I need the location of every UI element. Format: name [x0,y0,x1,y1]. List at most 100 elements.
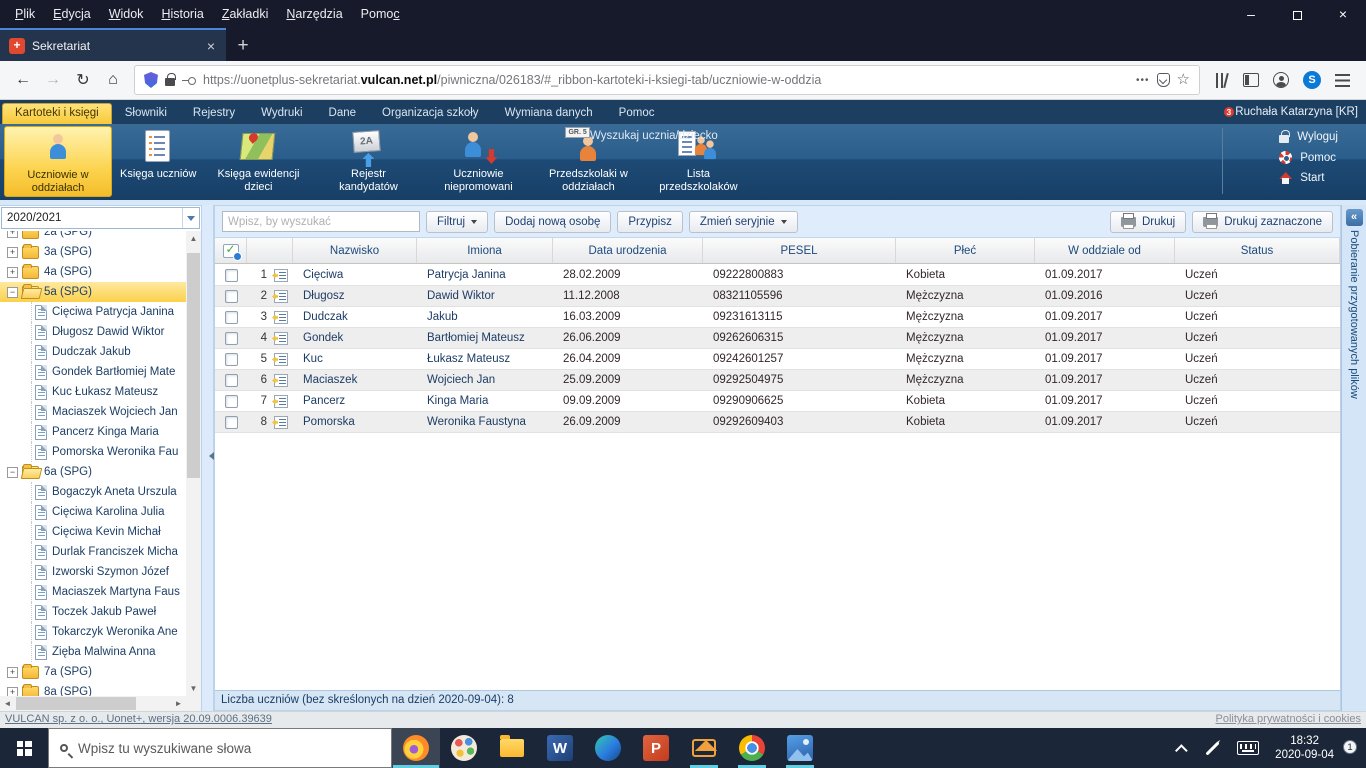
tree-student-tokarczyk-weronika-ane[interactable]: Tokarczyk Weronika Ane [0,622,186,642]
pocket-icon[interactable] [1157,73,1170,87]
toolbar-button-drukuj[interactable]: Drukuj [1110,211,1186,233]
bookmark-star-icon[interactable]: ☆ [1177,73,1190,87]
toolbar-button-przypisz[interactable]: Przypisz [617,211,682,233]
touch-keyboard-icon[interactable] [1237,741,1259,755]
tree-student-gondek-bartłomiej-mate[interactable]: Gondek Bartłomiej Mate [0,362,186,382]
expand-expander-icon[interactable]: + [7,231,18,238]
forward-icon[interactable]: → [38,65,68,95]
scroll-up-icon[interactable]: ▲ [186,231,201,246]
table-row[interactable]: 3DudczakJakub16.03.200909231613115Mężczy… [215,307,1340,328]
collapse-expander-icon[interactable]: − [7,467,18,478]
student-record-icon[interactable] [274,416,288,429]
back-icon[interactable]: ← [8,65,38,95]
action-wyloguj[interactable]: Wyloguj [1279,131,1338,143]
taskbar-app-paint[interactable] [440,728,488,768]
collapse-expander-icon[interactable]: − [7,287,18,298]
logged-user-name[interactable]: Ruchała Katarzyna [KR] [1235,106,1358,118]
student-search-field[interactable]: Wyszukaj ucznia/dziecko [590,130,718,142]
taskbar-app-powerpoint[interactable]: P [632,728,680,768]
student-record-icon[interactable] [274,290,288,303]
ribbon-tab-pomoc[interactable]: Pomoc [606,103,668,124]
tree-student-maciaszek-wojciech-jan[interactable]: Maciaszek Wojciech Jan [0,402,186,422]
start-button[interactable] [0,728,48,768]
table-row[interactable]: 8PomorskaWeronika Faustyna26.09.20090929… [215,412,1340,433]
toolbar-button-drukuj-zaznaczone[interactable]: Drukuj zaznaczone [1192,211,1333,233]
taskbar-search[interactable]: Wpisz tu wyszukiwane słowa [48,728,392,768]
ribbon-tab-organizacja-szkoły[interactable]: Organizacja szkoły [369,103,492,124]
taskbar-app-chrome[interactable] [728,728,776,768]
column-header-płeć[interactable]: Płeć [896,238,1035,263]
expand-expander-icon[interactable]: + [7,667,18,678]
tree-student-izworski-szymon-józef[interactable]: Izworski Szymon Józef [0,562,186,582]
new-tab-button[interactable]: + [226,30,260,61]
ribbon-tab-wymiana-danych[interactable]: Wymiana danych [492,103,606,124]
school-year-select[interactable]: 2020/2021 [1,207,200,229]
expand-expander-icon[interactable]: + [7,687,18,697]
minimize-button[interactable]: – [1228,0,1274,28]
toolbar-button-zmień-seryjnie[interactable]: Zmień seryjnie [689,211,798,233]
tree-class-5a-spg[interactable]: −5a (SPG) [0,282,186,302]
windows-ink-icon[interactable] [1206,741,1220,755]
toolbar-button-filtruj[interactable]: Filtruj [426,211,488,233]
scroll-right-icon[interactable]: ► [171,696,186,711]
menu-item-narzędzia[interactable]: Narzędzia [277,0,351,28]
tree-student-kuc-łukasz-mateusz[interactable]: Kuc Łukasz Mateusz [0,382,186,402]
table-row[interactable]: 6MaciaszekWojciech Jan25.09.200909292504… [215,370,1340,391]
student-record-icon[interactable] [274,269,288,282]
column-header-nazwisko[interactable]: Nazwisko [293,238,417,263]
url-bar[interactable]: https://uonetplus-sekretariat.vulcan.net… [134,65,1200,95]
menu-item-edycja[interactable]: Edycja [44,0,100,28]
student-record-icon[interactable] [274,395,288,408]
tray-chevron-up-icon[interactable] [1175,744,1188,757]
tree-class-3a-spg[interactable]: +3a (SPG) [0,242,186,262]
menu-item-historia[interactable]: Historia [152,0,212,28]
table-row[interactable]: 7PancerzKinga Maria09.09.200909290906625… [215,391,1340,412]
row-checkbox[interactable] [225,353,238,366]
tree-student-zięba-malwina-anna[interactable]: Zięba Malwina Anna [0,642,186,662]
grid-search-input[interactable] [222,211,420,232]
tree-student-toczek-jakub-paweł[interactable]: Toczek Jakub Paweł [0,602,186,622]
page-actions-icon[interactable]: ••• [1136,75,1150,86]
tree-class-6a-spg[interactable]: −6a (SPG) [0,462,186,482]
action-pomoc[interactable]: Pomoc [1279,151,1338,164]
column-header-data-urodzenia[interactable]: Data urodzenia [553,238,703,263]
ribbon-button-uczniowie-w-oddziałach[interactable]: Uczniowie w oddziałach [4,126,112,197]
column-header-pesel[interactable]: PESEL [703,238,896,263]
tab-close-icon[interactable]: × [205,38,217,54]
header-select-all[interactable]: ✓ [215,238,247,263]
scrollbar-thumb[interactable] [16,697,136,710]
privacy-policy-link[interactable]: Polityka prywatności i cookies [1215,713,1361,728]
tree-student-maciaszek-martyna-faus[interactable]: Maciaszek Martyna Faus [0,582,186,602]
year-dropdown-button[interactable] [182,208,199,228]
tree-student-durlak-franciszek-micha[interactable]: Durlak Franciszek Micha [0,542,186,562]
row-checkbox[interactable] [225,269,238,282]
tree-student-dudczak-jakub[interactable]: Dudczak Jakub [0,342,186,362]
column-header-status[interactable]: Status [1175,238,1340,263]
ribbon-tab-kartoteki-i-księgi[interactable]: Kartoteki i księgi [2,103,112,124]
student-record-icon[interactable] [274,332,288,345]
maximize-button[interactable] [1274,0,1320,28]
ribbon-button-rejestr-kandydatów[interactable]: 2ARejestr kandydatów [314,126,422,197]
toolbar-button-dodaj-nową-osobę[interactable]: Dodaj nową osobę [494,211,611,233]
expand-expander-icon[interactable]: + [7,267,18,278]
hamburger-menu-icon[interactable] [1335,74,1350,87]
taskbar-app-firefox[interactable] [392,728,440,768]
student-record-icon[interactable] [274,374,288,387]
taskbar-app-photos[interactable] [776,728,824,768]
reload-icon[interactable]: ↻ [68,65,98,95]
table-row[interactable]: 4GondekBartłomiej Mateusz26.06.200909262… [215,328,1340,349]
menu-item-zakładki[interactable]: Zakładki [213,0,278,28]
tree-class-2a-spg[interactable]: +2a (SPG) [0,231,186,242]
tree-class-7a-spg[interactable]: +7a (SPG) [0,662,186,682]
taskbar-clock[interactable]: 18:32 2020-09-04 [1275,734,1334,762]
scroll-down-icon[interactable]: ▼ [186,681,201,696]
permission-key-icon[interactable] [182,76,196,84]
tracking-protection-shield-icon[interactable] [144,72,158,88]
account-icon[interactable] [1273,72,1289,88]
taskbar-app-mail[interactable] [680,728,728,768]
collapse-arrow-icon[interactable] [205,452,214,460]
row-checkbox[interactable] [225,332,238,345]
ribbon-tab-słowniki[interactable]: Słowniki [112,103,180,124]
ribbon-tab-wydruki[interactable]: Wydruki [248,103,315,124]
row-checkbox[interactable] [225,416,238,429]
